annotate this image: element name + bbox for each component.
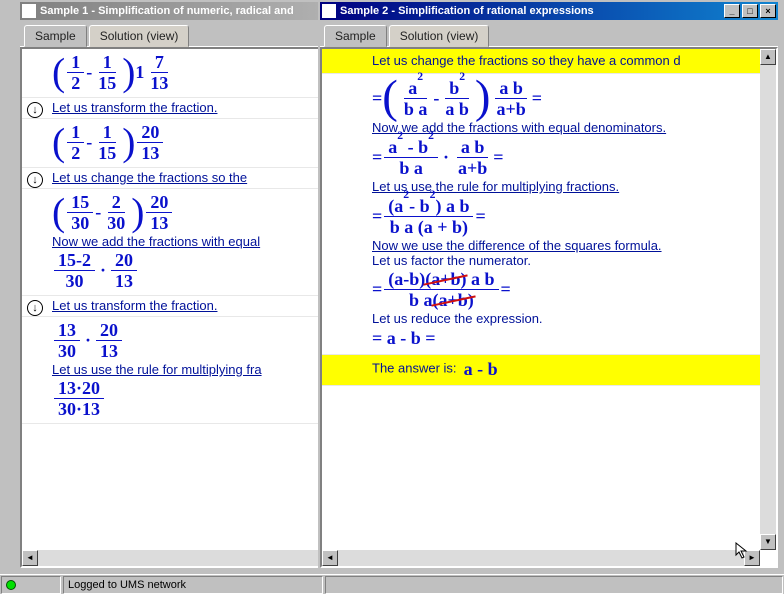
content-wrap-1: ( 12 - 115 ) 1 713 ↓ Let us transform th… bbox=[20, 47, 356, 568]
titlebar-sample2[interactable]: Sample 2 - Simplification of rational ex… bbox=[320, 2, 778, 20]
tab-sample[interactable]: Sample bbox=[324, 25, 387, 47]
math-expression: ( 1530 - 230 ) 2013 bbox=[52, 191, 332, 234]
step-explanation: Let us factor the numerator. bbox=[372, 253, 754, 268]
step-explanation[interactable]: Let us change the fractions so the bbox=[52, 170, 247, 185]
window-sample1: Sample 1 - Simplification of numeric, ra… bbox=[18, 0, 358, 570]
step: = ( a2b a - b2a b ) a ba+b = Now we add … bbox=[322, 74, 760, 355]
expand-arrow-icon[interactable]: ↓ bbox=[27, 102, 43, 118]
step: 1330 · 2013 Let us use the rule for mult… bbox=[22, 317, 338, 424]
answer-label: The answer is: bbox=[372, 360, 457, 375]
window-title: Sample 2 - Simplification of rational ex… bbox=[340, 5, 722, 17]
math-expression: ( 12 - 115 ) 2013 bbox=[52, 121, 332, 164]
scroll-right-button[interactable]: ► bbox=[744, 550, 760, 566]
solution-content-1: ( 12 - 115 ) 1 713 ↓ Let us transform th… bbox=[22, 49, 338, 550]
step-explanation[interactable]: Let us use the rule for multiplying fra bbox=[52, 362, 332, 377]
math-expression: 15-230 · 2013 bbox=[52, 249, 332, 292]
window-icon bbox=[322, 4, 336, 18]
step-highlighted: Let us change the fractions so they have… bbox=[322, 49, 760, 74]
expand-arrow-icon[interactable]: ↓ bbox=[27, 300, 43, 316]
status-text: Logged to UMS network bbox=[63, 576, 323, 594]
answer-value: a - b bbox=[464, 357, 498, 381]
close-button[interactable]: × bbox=[760, 4, 776, 18]
answer-row: The answer is: a - b bbox=[322, 355, 760, 386]
content-wrap-2: Let us change the fractions so they have… bbox=[320, 47, 778, 568]
cancelled-term: (a+b) bbox=[425, 269, 466, 289]
expand-arrow-icon[interactable]: ↓ bbox=[27, 172, 43, 188]
step-explanation: Let us reduce the expression. bbox=[372, 311, 754, 326]
status-led-icon bbox=[6, 580, 16, 590]
step-explanation[interactable]: Now we use the difference of the squares… bbox=[372, 238, 754, 253]
step: ( 12 - 115 ) 1 713 bbox=[22, 49, 338, 98]
math-expression: 1330 · 2013 bbox=[52, 319, 332, 362]
step-explanation: Let us change the fractions so they have… bbox=[372, 53, 681, 68]
cancelled-term: (a+b) bbox=[433, 290, 474, 310]
step: ↓ Let us transform the fraction. bbox=[22, 296, 338, 317]
step: ( 1530 - 230 ) 2013 Now we add the fract… bbox=[22, 189, 338, 296]
scroll-left-button[interactable]: ◄ bbox=[22, 550, 38, 566]
statusbar: Logged to UMS network bbox=[0, 574, 784, 594]
tab-solution[interactable]: Solution (view) bbox=[89, 25, 190, 47]
tab-sample[interactable]: Sample bbox=[24, 25, 87, 47]
titlebar-sample1[interactable]: Sample 1 - Simplification of numeric, ra… bbox=[20, 2, 356, 20]
window-icon bbox=[22, 4, 36, 18]
scroll-left-button[interactable]: ◄ bbox=[322, 550, 338, 566]
math-expression: = ( a2b a - b2a b ) a ba+b = bbox=[372, 76, 754, 120]
scrollbar-horizontal[interactable]: ◄ ► bbox=[322, 550, 760, 566]
step: ↓ Let us change the fractions so the bbox=[22, 168, 338, 189]
tab-solution[interactable]: Solution (view) bbox=[389, 25, 490, 47]
math-expression: = a2 - b2b a · a ba+b = bbox=[372, 135, 754, 179]
step-explanation[interactable]: Now we add the fractions with equal bbox=[52, 234, 332, 249]
scrollbar-horizontal[interactable]: ◄ ► bbox=[22, 550, 338, 566]
step: ( 12 - 115 ) 2013 bbox=[22, 119, 338, 168]
math-expression: = (a2- b2) a b b a (a + b) = bbox=[372, 194, 754, 238]
window-title: Sample 1 - Simplification of numeric, ra… bbox=[40, 5, 354, 17]
step: ↓ Let us transform the fraction. bbox=[22, 98, 338, 119]
window-sample2: Sample 2 - Simplification of rational ex… bbox=[318, 0, 780, 570]
solution-content-2: Let us change the fractions so they have… bbox=[322, 49, 760, 550]
step-explanation[interactable]: Let us transform the fraction. bbox=[52, 100, 217, 115]
scrollbar-vertical[interactable]: ▲ ▼ bbox=[760, 49, 776, 550]
maximize-button[interactable]: □ bbox=[742, 4, 758, 18]
minimize-button[interactable]: _ bbox=[724, 4, 740, 18]
math-expression: = a - b = bbox=[372, 326, 754, 351]
math-expression: 13·2030·13 bbox=[52, 377, 332, 420]
tabs-sample2: Sample Solution (view) bbox=[320, 20, 778, 47]
tabs-sample1: Sample Solution (view) bbox=[20, 20, 356, 47]
math-expression: ( 12 - 115 ) 1 713 bbox=[52, 51, 332, 94]
scroll-up-button[interactable]: ▲ bbox=[760, 49, 776, 65]
step-explanation[interactable]: Let us transform the fraction. bbox=[52, 298, 217, 313]
math-expression: = (a-b)(a+b) a b b a(a+b) = bbox=[372, 268, 754, 311]
scroll-down-button[interactable]: ▼ bbox=[760, 534, 776, 550]
